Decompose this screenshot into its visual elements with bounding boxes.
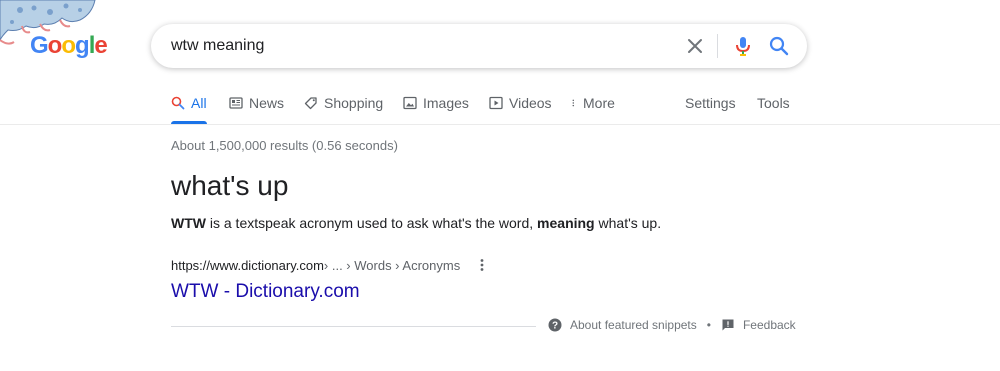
logo-letter: o xyxy=(47,32,63,59)
close-icon xyxy=(688,39,702,53)
clear-search-button[interactable] xyxy=(683,34,707,58)
tab-label: News xyxy=(249,95,285,111)
cite-breadcrumb: › ... › Words › Acronyms xyxy=(323,257,461,273)
footer-separator: • xyxy=(706,318,711,332)
more-vert-icon xyxy=(572,99,575,107)
cite-url: https://www.dictionary.com xyxy=(171,257,324,273)
featured-snippet-description: WTW is a textspeak acronym used to ask w… xyxy=(171,215,661,231)
google-doodle-logo[interactable]: Google xyxy=(0,0,120,80)
tab-label: Videos xyxy=(509,95,552,111)
news-icon xyxy=(229,97,243,109)
search-input[interactable] xyxy=(171,35,671,57)
feedback-label: Feedback xyxy=(742,318,796,332)
tag-icon xyxy=(304,97,317,110)
logo-letter: o xyxy=(61,32,76,59)
logo-letter: G xyxy=(30,32,49,59)
highlight-term: meaning xyxy=(537,215,595,231)
tab-label: All xyxy=(191,95,207,111)
about-featured-snippets-label: About featured snippets xyxy=(570,318,697,332)
feedback-link[interactable]: Feedback xyxy=(721,318,796,332)
snippet-footer-divider xyxy=(171,326,536,327)
tab-videos[interactable]: Videos xyxy=(489,90,552,124)
feedback-icon xyxy=(722,319,734,331)
tab-shopping[interactable]: Shopping xyxy=(304,90,383,124)
tab-images[interactable]: Images xyxy=(403,90,469,124)
search-icon xyxy=(769,36,789,56)
search-box xyxy=(151,24,807,68)
settings-link[interactable]: Settings xyxy=(685,90,736,116)
help-icon: ? xyxy=(548,318,562,332)
result-title-link[interactable]: WTW - Dictionary.com xyxy=(171,281,360,303)
more-options-icon[interactable] xyxy=(474,257,490,273)
voice-search-button[interactable] xyxy=(731,34,755,58)
tab-more[interactable]: More xyxy=(571,90,615,124)
tab-news[interactable]: News xyxy=(229,90,284,124)
description-text: is a textspeak acronym used to ask what'… xyxy=(205,215,538,231)
result-citation: https://www.dictionary.com › ... › Words… xyxy=(171,257,490,273)
result-stats: About 1,500,000 results (0.56 seconds) xyxy=(171,138,398,153)
tab-label: Images xyxy=(423,95,469,111)
tools-link[interactable]: Tools xyxy=(757,90,790,116)
search-icon xyxy=(171,96,185,110)
description-text: what's up. xyxy=(594,215,662,231)
search-box-divider xyxy=(717,34,718,58)
featured-snippet-answer: what's up xyxy=(171,170,289,201)
snippet-footer: ? About featured snippets • Feedback xyxy=(548,318,796,332)
tabs-divider xyxy=(0,124,1000,125)
svg-text:?: ? xyxy=(552,321,558,332)
tab-label: More xyxy=(583,95,615,111)
logo-letter: g xyxy=(75,32,90,59)
tab-label: Shopping xyxy=(324,95,384,111)
tab-all[interactable]: All xyxy=(171,90,207,124)
highlight-term: WTW xyxy=(171,215,206,231)
image-icon xyxy=(403,96,417,110)
about-featured-snippets-link[interactable]: ? About featured snippets xyxy=(548,318,697,332)
google-logo: Google xyxy=(30,32,108,60)
mic-icon xyxy=(736,37,750,56)
search-button[interactable] xyxy=(767,34,791,58)
play-icon xyxy=(489,96,503,110)
logo-letter: e xyxy=(94,32,107,59)
